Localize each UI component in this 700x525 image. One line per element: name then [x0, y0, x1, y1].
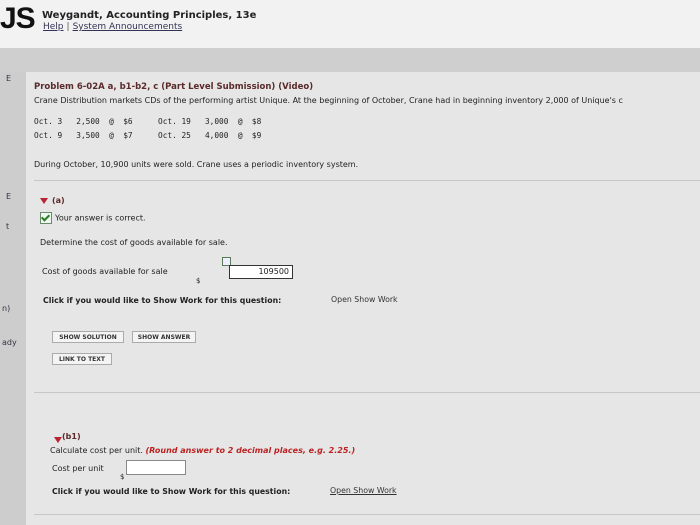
purchase-row: Oct. 3 2,500 @ $6: [34, 117, 133, 126]
checkmark-icon: [40, 212, 52, 224]
header-links: Help | System Announcements: [43, 22, 182, 32]
divider: [34, 180, 700, 181]
purchase-price: $8: [251, 117, 262, 126]
cogs-input[interactable]: 109500: [229, 265, 293, 279]
divider: [34, 514, 700, 515]
correct-indicator: Your answer is correct.: [40, 212, 146, 224]
at-symbol: @: [109, 117, 114, 126]
link-to-text-button[interactable]: LINK TO TEXT: [52, 353, 112, 365]
purchase-price: $6: [123, 117, 133, 126]
purchase-row: Oct. 19 3,000 @ $8: [158, 117, 261, 126]
part-b1-instruction: Calculate cost per unit. (Round answer t…: [50, 446, 355, 455]
cost-per-unit-input[interactable]: [126, 460, 186, 475]
purchase-units: 3,000: [204, 117, 229, 126]
left-sidebar: E E t n) ady: [0, 72, 26, 525]
purchase-units: 3,500: [76, 131, 100, 140]
purchase-date: Oct. 3: [34, 117, 63, 126]
instruction-text: Calculate cost per unit.: [50, 446, 143, 455]
part-a-label: (a): [52, 196, 65, 205]
purchase-date: Oct. 25: [158, 131, 191, 140]
at-symbol: @: [237, 131, 243, 140]
cogs-field-label: Cost of goods available for sale: [42, 267, 168, 276]
at-symbol: @: [109, 131, 114, 140]
part-b1-label: (b1): [62, 432, 81, 441]
link-separator: |: [66, 22, 70, 32]
show-work-prompt: Click if you would like to Show Work for…: [43, 296, 282, 305]
sold-statement: During October, 10,900 units were sold. …: [34, 160, 359, 169]
toolbar-strip: [0, 48, 700, 72]
show-answer-button[interactable]: SHOW ANSWER: [132, 331, 196, 343]
purchase-row: Oct. 25 4,000 @ $9: [158, 131, 261, 140]
part-a-header[interactable]: (a): [40, 190, 700, 209]
sidebar-mark[interactable]: t: [6, 222, 9, 231]
open-show-work-link[interactable]: Open Show Work: [331, 295, 398, 304]
purchase-date: Oct. 19: [158, 117, 191, 126]
purchase-units: 2,500: [76, 117, 100, 126]
rounding-hint: (Round answer to 2 decimal places, e.g. …: [145, 446, 356, 455]
problem-panel: Problem 6-02A a, b1-b2, c (Part Level Su…: [26, 72, 700, 525]
sidebar-mark[interactable]: E: [6, 74, 11, 83]
open-show-work-link[interactable]: Open Show Work: [330, 486, 397, 495]
purchase-price: $9: [251, 131, 262, 140]
collapse-triangle-icon[interactable]: [40, 197, 48, 204]
problem-title: Problem 6-02A a, b1-b2, c (Part Level Su…: [34, 82, 314, 92]
part-a-instruction: Determine the cost of goods available fo…: [40, 238, 228, 247]
top-header: JS Weygandt, Accounting Principles, 13e …: [0, 0, 700, 49]
help-link[interactable]: Help: [43, 22, 64, 32]
currency-symbol: $: [196, 277, 201, 285]
purchase-date: Oct. 9: [34, 131, 63, 140]
correct-text: Your answer is correct.: [55, 213, 146, 223]
sidebar-mark[interactable]: n): [2, 304, 10, 313]
purchase-row: Oct. 9 3,500 @ $7: [34, 131, 133, 140]
problem-description: Crane Distribution markets CDs of the pe…: [34, 96, 623, 105]
show-solution-button[interactable]: SHOW SOLUTION: [52, 331, 124, 343]
purchase-price: $7: [123, 131, 133, 140]
brand-logo: JS: [0, 2, 36, 35]
at-symbol: @: [237, 117, 243, 126]
collapse-triangle-icon[interactable]: [54, 436, 62, 443]
divider: [34, 392, 700, 393]
currency-symbol: $: [120, 473, 125, 481]
sidebar-mark[interactable]: E: [6, 192, 11, 201]
purchase-units: 4,000: [204, 131, 229, 140]
book-title: Weygandt, Accounting Principles, 13e: [42, 10, 257, 21]
cost-per-unit-label: Cost per unit: [52, 464, 104, 473]
show-work-prompt: Click if you would like to Show Work for…: [52, 487, 291, 496]
sidebar-mark[interactable]: ady: [2, 338, 17, 347]
system-announcements-link[interactable]: System Announcements: [73, 22, 183, 32]
